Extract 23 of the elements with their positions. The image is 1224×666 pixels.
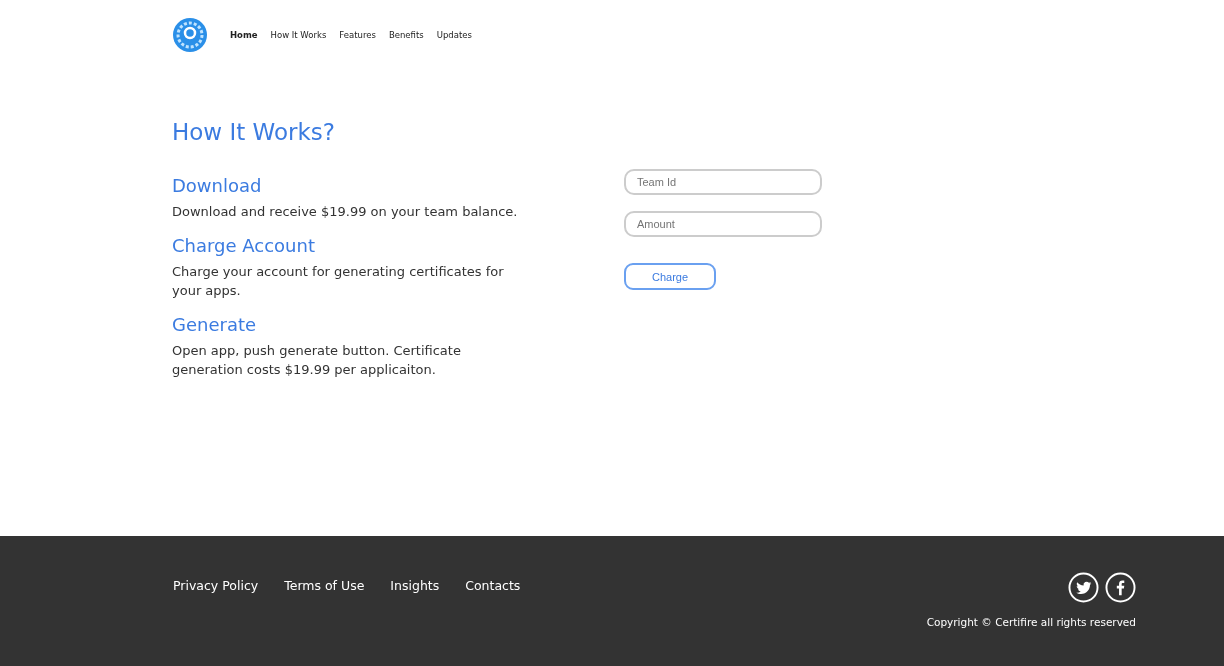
step-description: Open app, push generate button. Certificate generation costs $19.99 per applicaiton. bbox=[172, 342, 462, 379]
copyright-text: Copyright © Certifire all rights reserved bbox=[926, 616, 1136, 628]
step-description: Charge your account for generating certificates for your apps. bbox=[172, 263, 505, 300]
footer-link[interactable]: Insights bbox=[390, 578, 440, 593]
nav-link[interactable]: Benefits bbox=[388, 30, 424, 40]
input-field[interactable]: Amount bbox=[624, 211, 822, 237]
footer-link[interactable]: Contacts bbox=[465, 578, 521, 593]
input-field[interactable]: Team Id bbox=[624, 169, 822, 195]
section-heading: How It Works? bbox=[172, 119, 337, 145]
nav-link[interactable]: How It Works bbox=[270, 30, 327, 40]
step-description: Download and receive $19.99 on your team balance. bbox=[172, 203, 519, 221]
step-title: Generate bbox=[172, 314, 258, 335]
nav-link[interactable]: Updates bbox=[436, 30, 472, 40]
gear-logo-icon[interactable] bbox=[172, 17, 208, 53]
facebook-icon[interactable] bbox=[1105, 572, 1136, 603]
footer-link[interactable]: Terms of Use bbox=[284, 578, 365, 593]
footer-link[interactable]: Privacy Policy bbox=[173, 578, 259, 593]
twitter-icon[interactable] bbox=[1068, 572, 1099, 603]
nav-link[interactable]: Home bbox=[230, 30, 258, 40]
step-title: Download bbox=[172, 175, 263, 196]
nav-link[interactable]: Features bbox=[339, 30, 376, 40]
step-title: Charge Account bbox=[172, 235, 316, 256]
charge-button[interactable]: Charge bbox=[624, 263, 716, 290]
